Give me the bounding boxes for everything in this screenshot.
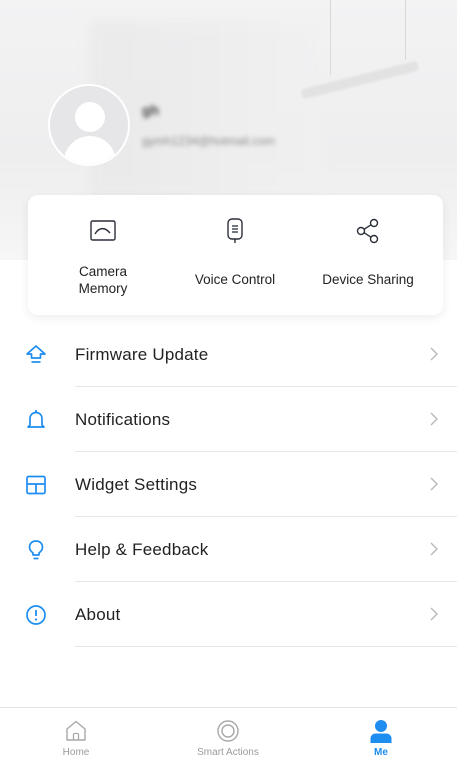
user-email: gymh1234@hotmail.com [142,134,275,148]
user-name[interactable]: gh [142,102,159,118]
tab-home[interactable]: Home [0,708,152,765]
bell-icon [27,410,45,428]
menu-item-label: Notifications [75,409,171,429]
person-icon [370,720,392,743]
divider [75,646,457,647]
device-sharing-label: Device Sharing [322,272,414,287]
firmware-update-icon [26,345,46,363]
menu-item-about[interactable]: About [0,582,457,647]
avatar[interactable] [48,84,130,166]
avatar-body [64,136,116,164]
lightbulb-icon [28,540,44,560]
chevron-right-icon [430,607,438,621]
camera-memory-button[interactable]: Camera Memory [38,217,168,297]
smart-actions-icon [217,720,239,742]
tab-label: Me [374,747,388,758]
voice-control-label: Voice Control [194,272,276,287]
menu-item-help-feedback[interactable]: Help & Feedback [0,517,457,582]
settings-menu: Firmware Update Notifications Widget Set… [0,322,457,647]
avatar-head [75,102,105,132]
share-icon [356,218,379,244]
bottom-tab-bar: Home Smart Actions Me [0,707,457,765]
device-sharing-button[interactable]: Device Sharing [303,217,433,288]
lamp-wire [405,0,406,60]
chevron-right-icon [430,412,438,426]
tab-label: Smart Actions [197,747,259,758]
quick-actions-card: Camera Memory Voice Control Device Shari… [28,195,443,315]
tab-smart-actions[interactable]: Smart Actions [152,708,304,765]
menu-item-notifications[interactable]: Notifications [0,387,457,452]
chevron-right-icon [430,542,438,556]
menu-item-firmware-update[interactable]: Firmware Update [0,322,457,387]
voice-control-button[interactable]: Voice Control [170,217,300,288]
camera-memory-icon [90,220,116,241]
menu-item-label: Help & Feedback [75,539,209,559]
chevron-right-icon [430,347,438,361]
chevron-right-icon [430,477,438,491]
widget-icon [26,475,46,495]
menu-item-widget-settings[interactable]: Widget Settings [0,452,457,517]
tab-me[interactable]: Me [305,708,457,765]
menu-item-label: Firmware Update [75,344,209,364]
menu-item-label: Widget Settings [75,474,198,494]
info-icon [26,605,46,625]
tab-label: Home [62,747,90,758]
camera-memory-label: Camera Memory [78,264,128,296]
lamp-wire [330,0,331,75]
home-icon [66,720,86,741]
voice-control-icon [227,218,243,243]
menu-item-label: About [75,604,121,624]
